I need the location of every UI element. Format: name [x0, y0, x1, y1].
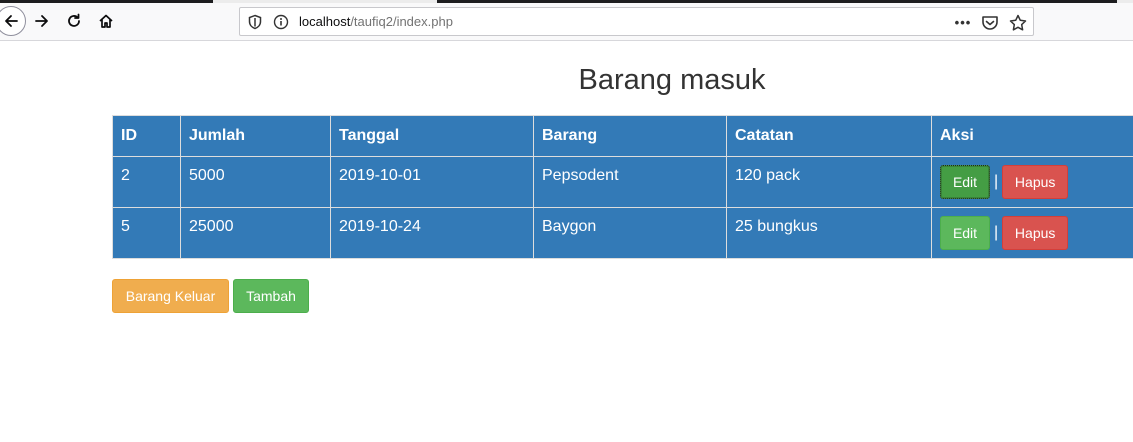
page-actions-menu-button[interactable]: •••: [952, 11, 974, 33]
pocket-icon[interactable]: [980, 13, 1000, 33]
page-title: Barang masuk: [578, 64, 766, 96]
header-barang: Barang: [533, 115, 727, 157]
reload-button[interactable]: [62, 8, 86, 34]
cell-barang: Baygon: [533, 207, 727, 259]
back-button[interactable]: [0, 6, 26, 36]
cell-aksi: Edit | Hapus: [931, 207, 1133, 259]
url-path: /taufiq2/index.php: [350, 14, 453, 29]
back-arrow-icon: [5, 15, 18, 27]
cell-jumlah: 25000: [180, 207, 331, 259]
cell-catatan: 120 pack: [726, 156, 932, 208]
header-catatan: Catatan: [726, 115, 932, 157]
action-separator: |: [994, 173, 999, 190]
header-tanggal: Tanggal: [330, 115, 534, 157]
table-row: 5 25000 2019-10-24 Baygon 25 bungkus Edi…: [112, 207, 1133, 259]
forward-button[interactable]: [30, 8, 54, 34]
tambah-button[interactable]: Tambah: [233, 279, 309, 313]
address-bar[interactable]: localhost/taufiq2/index.php •••: [239, 7, 1034, 36]
barang-keluar-button[interactable]: Barang Keluar: [112, 279, 229, 313]
header-jumlah: Jumlah: [180, 115, 331, 157]
action-separator: |: [994, 224, 999, 241]
url-text[interactable]: localhost/taufiq2/index.php: [299, 14, 453, 30]
hapus-button[interactable]: Hapus: [1002, 216, 1069, 250]
edit-button[interactable]: Edit: [940, 165, 990, 199]
header-aksi: Aksi: [931, 115, 1133, 157]
cell-jumlah: 5000: [180, 156, 331, 208]
shield-icon[interactable]: [247, 14, 263, 30]
browser-toolbar: localhost/taufiq2/index.php •••: [0, 3, 1133, 41]
barang-masuk-table: ID Jumlah Tanggal Barang Catatan Aksi 2 …: [112, 115, 1133, 259]
table-row: 2 5000 2019-10-01 Pepsodent 120 pack Edi…: [112, 156, 1133, 208]
cell-barang: Pepsodent: [533, 156, 727, 208]
edit-button[interactable]: Edit: [940, 216, 990, 250]
info-icon[interactable]: [273, 14, 289, 30]
header-id: ID: [112, 115, 181, 157]
cell-tanggal: 2019-10-01: [330, 156, 534, 208]
reload-icon: [68, 13, 80, 27]
cell-aksi: Edit | Hapus: [931, 156, 1133, 208]
home-button[interactable]: [94, 8, 118, 34]
hapus-button[interactable]: Hapus: [1002, 165, 1069, 199]
cell-id: 2: [112, 156, 181, 208]
cell-tanggal: 2019-10-24: [330, 207, 534, 259]
table-header-row: ID Jumlah Tanggal Barang Catatan Aksi: [112, 115, 1133, 157]
star-icon[interactable]: [1008, 13, 1028, 33]
cell-id: 5: [112, 207, 181, 259]
home-icon: [99, 14, 113, 28]
url-host: localhost: [299, 14, 351, 29]
forward-arrow-icon: [35, 15, 48, 27]
cell-catatan: 25 bungkus: [726, 207, 932, 259]
page-actions: Barang Keluar Tambah: [112, 279, 309, 313]
